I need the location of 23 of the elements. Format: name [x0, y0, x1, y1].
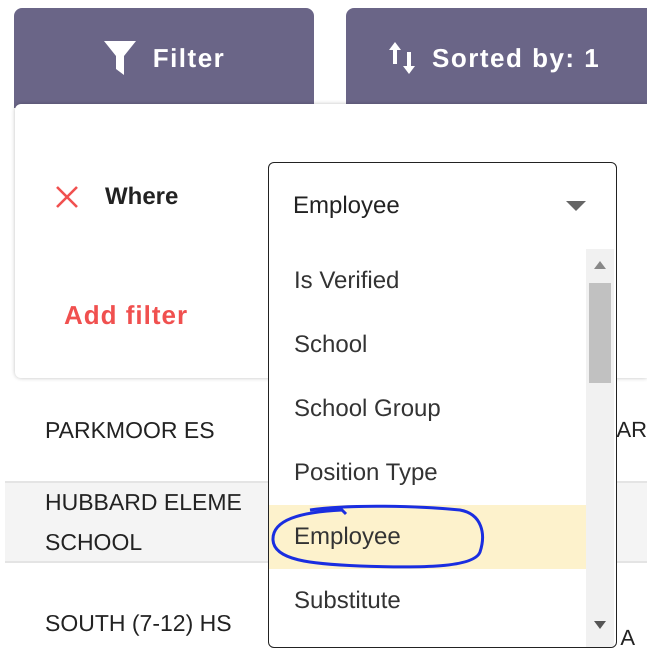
condition-label: Where: [105, 183, 178, 211]
dropdown-option[interactable]: Employee: [269, 505, 586, 569]
dropdown-option[interactable]: School: [269, 313, 586, 377]
scrollbar-thumb[interactable]: [589, 283, 611, 383]
dropdown-option[interactable]: School Group: [269, 377, 586, 441]
scroll-up-icon[interactable]: [594, 261, 606, 269]
scrollbar[interactable]: [586, 249, 614, 647]
filter-button[interactable]: Filter: [14, 8, 314, 108]
select-field[interactable]: Employee: [269, 163, 616, 249]
table-cell-text: HUBBARD ELEME SCHOOL: [44, 488, 242, 557]
add-filter-link[interactable]: Add filter: [64, 300, 188, 331]
dropdown-option[interactable]: Substitute: [269, 569, 586, 633]
sort-icon: [388, 40, 416, 76]
caret-icon: [566, 201, 586, 211]
filter-icon: [102, 40, 137, 76]
table-cell-text: PARKMOOR ES: [44, 416, 215, 445]
dropdown-option[interactable]: Position Type: [269, 441, 586, 505]
dropdown-option[interactable]: Is Verified: [269, 249, 586, 313]
table-cell: AR: [616, 417, 647, 443]
scroll-down-icon[interactable]: [594, 621, 606, 629]
table-cell: A: [620, 625, 635, 651]
remove-icon[interactable]: [55, 185, 79, 209]
table-cell-text: SOUTH (7-12) HS: [44, 609, 232, 638]
